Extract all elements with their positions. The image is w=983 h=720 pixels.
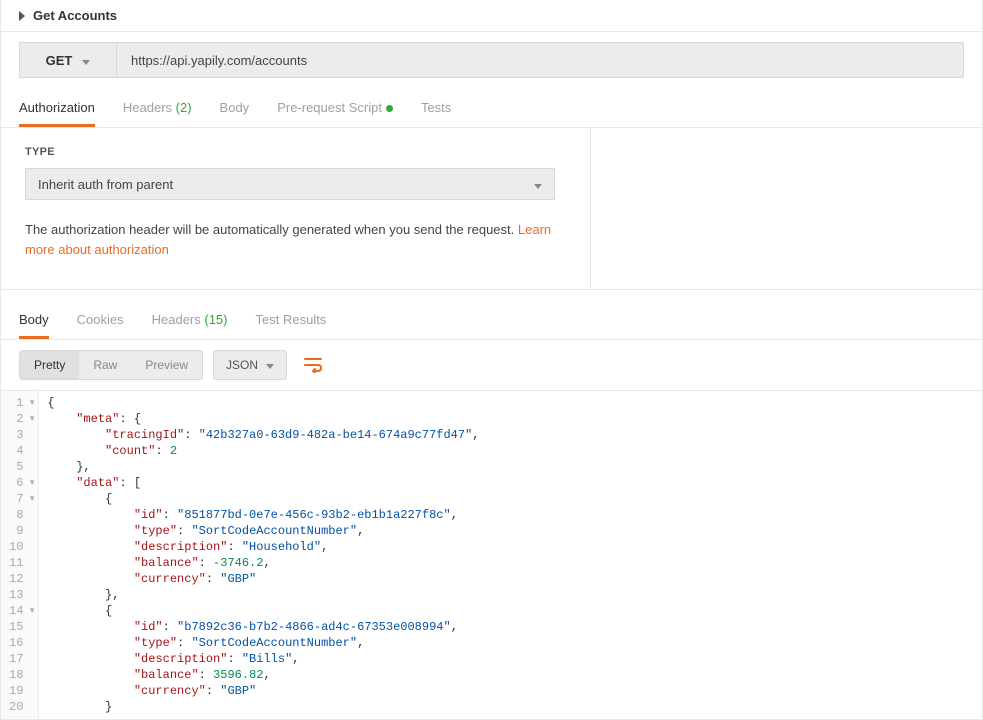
resp-tab-headers[interactable]: Headers (15) [152,300,228,339]
gutter-line: 11 [1,555,38,571]
gutter-line: 17 [1,651,38,667]
code-content[interactable]: { "meta": { "tracingId": "42b327a0-63d9-… [39,391,487,719]
dot-indicator-icon [386,105,393,112]
preview-button[interactable]: Preview [131,351,202,379]
response-tabs: Body Cookies Headers (15) Test Results [1,300,982,340]
gutter-line: 7▾ [1,491,38,507]
response-body-code: 1▾2▾3456▾7▾891011121314▾151617181920 { "… [1,390,982,719]
url-row: GET https://api.yapily.com/accounts [1,32,982,88]
wrap-icon [304,357,322,373]
raw-button[interactable]: Raw [79,351,131,379]
auth-type-select[interactable]: Inherit auth from parent [25,168,555,200]
auth-left-panel: TYPE Inherit auth from parent The author… [1,128,591,289]
code-line: "balance": -3746.2, [47,555,479,571]
gutter-line: 16 [1,635,38,651]
url-value: https://api.yapily.com/accounts [131,53,307,68]
code-line: "balance": 3596.82, [47,667,479,683]
code-line: "currency": "GBP" [47,571,479,587]
gutter-line: 9 [1,523,38,539]
gutter-line: 20 [1,699,38,715]
fold-icon[interactable]: ▾ [26,475,34,491]
fold-icon[interactable]: ▾ [26,395,34,411]
gutter-line: 19 [1,683,38,699]
fold-icon[interactable]: ▾ [26,491,34,507]
resp-tab-tests[interactable]: Test Results [256,300,327,339]
gutter-line: 14▾ [1,603,38,619]
format-select[interactable]: JSON [213,350,287,380]
request-tabs: Authorization Headers (2) Body Pre-reque… [1,88,982,128]
gutter-line: 5 [1,459,38,475]
gutter-line: 13 [1,587,38,603]
auth-type-value: Inherit auth from parent [38,177,173,192]
wrap-lines-button[interactable] [297,350,329,380]
code-line: { [47,491,479,507]
caret-down-icon [82,53,90,68]
caret-down-icon [266,358,274,372]
gutter-line: 1▾ [1,395,38,411]
gutter-line: 15 [1,619,38,635]
pretty-button[interactable]: Pretty [20,351,79,379]
tab-prerequest[interactable]: Pre-request Script [277,88,393,127]
tab-tests[interactable]: Tests [421,88,451,127]
http-method-select[interactable]: GET [19,42,117,78]
fold-icon[interactable]: ▾ [26,411,34,427]
code-line: }, [47,587,479,603]
code-line: }, [47,459,479,475]
code-line: "count": 2 [47,443,479,459]
gutter-line: 18 [1,667,38,683]
auth-description: The authorization header will be automat… [25,220,566,259]
http-method-value: GET [46,53,73,68]
auth-right-panel [591,128,982,289]
auth-type-label: TYPE [25,146,566,158]
code-line: { [47,395,479,411]
code-line: "currency": "GBP" [47,683,479,699]
request-header-row[interactable]: Get Accounts [1,0,982,32]
gutter-line: 2▾ [1,411,38,427]
tab-authorization[interactable]: Authorization [19,88,95,127]
url-input[interactable]: https://api.yapily.com/accounts [117,42,964,78]
line-gutter: 1▾2▾3456▾7▾891011121314▾151617181920 [1,391,39,719]
tab-body[interactable]: Body [220,88,250,127]
request-panel: Get Accounts GET https://api.yapily.com/… [0,0,983,720]
caret-down-icon [534,177,542,192]
gutter-line: 8 [1,507,38,523]
code-line: "tracingId": "42b327a0-63d9-482a-be14-67… [47,427,479,443]
view-mode-group: Pretty Raw Preview [19,350,203,380]
gutter-line: 4 [1,443,38,459]
gutter-line: 10 [1,539,38,555]
code-line: "meta": { [47,411,479,427]
fold-icon[interactable]: ▾ [26,603,34,619]
gutter-line: 12 [1,571,38,587]
resp-tab-cookies[interactable]: Cookies [77,300,124,339]
gutter-line: 6▾ [1,475,38,491]
tab-headers[interactable]: Headers (2) [123,88,192,127]
request-name: Get Accounts [33,8,117,23]
code-line: "id": "b7892c36-b7b2-4866-ad4c-67353e008… [47,619,479,635]
code-line: "type": "SortCodeAccountNumber", [47,523,479,539]
code-line: "type": "SortCodeAccountNumber", [47,635,479,651]
headers-count-badge: (2) [176,100,192,115]
code-line: "id": "851877bd-0e7e-456c-93b2-eb1b1a227… [47,507,479,523]
expand-triangle-icon [19,11,25,21]
code-line: "description": "Bills", [47,651,479,667]
code-line: { [47,603,479,619]
code-line: "data": [ [47,475,479,491]
resp-tab-body[interactable]: Body [19,300,49,339]
body-toolbar: Pretty Raw Preview JSON [1,340,982,390]
code-line: } [47,699,479,715]
code-line: "description": "Household", [47,539,479,555]
resp-headers-count: (15) [204,312,227,327]
gutter-line: 3 [1,427,38,443]
auth-section: TYPE Inherit auth from parent The author… [1,128,982,290]
